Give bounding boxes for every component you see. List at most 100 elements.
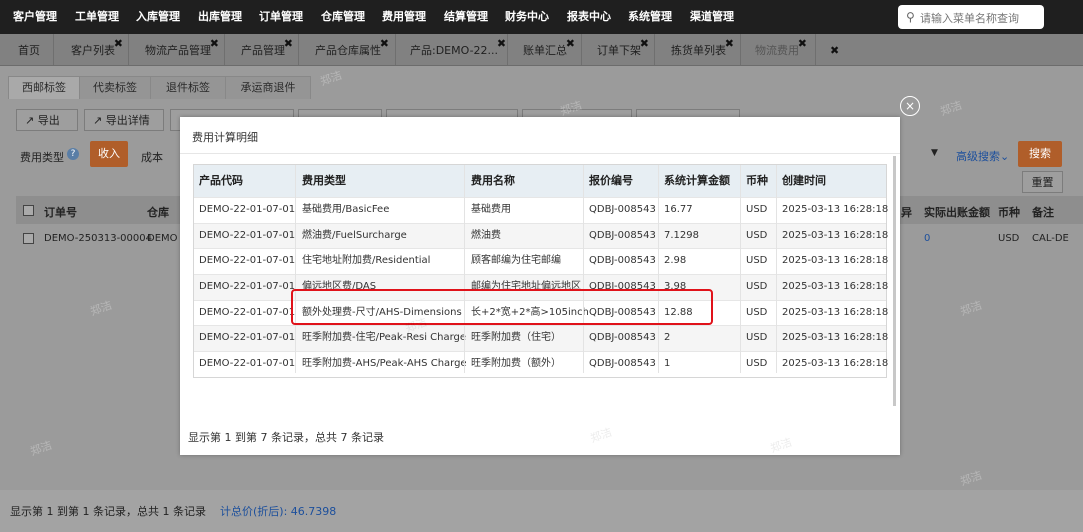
nav-order-mgmt[interactable]: 订单管理 — [259, 0, 303, 34]
table-row: DEMO-22-01-07-01 燃油费/FuelSurcharge 燃油费 Q… — [194, 222, 889, 249]
cell-product-code: DEMO-22-01-07-01 — [199, 204, 296, 215]
close-icon[interactable]: ✖ — [566, 27, 575, 61]
cell-created-time: 2025-03-13 16:28:18 — [782, 229, 889, 241]
income-button[interactable]: 收入 — [90, 141, 128, 167]
column-divider — [464, 165, 465, 373]
close-icon[interactable]: ✖ — [798, 27, 807, 61]
nav-customer-mgmt[interactable]: 客户管理 — [13, 0, 57, 34]
scrollbar[interactable] — [893, 156, 896, 406]
export-button[interactable]: ↗ 导出 — [16, 109, 78, 131]
cell-currency: USD — [746, 255, 768, 267]
reset-button[interactable]: 重置 — [1022, 171, 1063, 193]
table-row-order[interactable]: DEMO-250313-00004 — [44, 233, 152, 244]
close-icon[interactable]: ✖ — [284, 27, 293, 61]
close-icon[interactable]: ✖ — [725, 27, 734, 61]
fee-type-label: 费用类型 — [20, 151, 64, 164]
subtab-return-label[interactable]: 退件标签 — [150, 76, 226, 99]
cell-fee-name: 顾客邮编为住宅邮编 — [471, 255, 561, 267]
advanced-search-link[interactable]: 高级搜索⌄ — [956, 148, 1009, 164]
help-icon[interactable]: ? — [67, 148, 79, 160]
fee-detail-table: 产品代码 费用类型 费用名称 报价编号 系统计算金额 币种 创建时间 DEMO-… — [193, 164, 889, 378]
column-divider — [295, 165, 296, 373]
cell-fee-name: 旺季附加费（住宅） — [471, 332, 561, 344]
col-quote-no: 报价编号 — [589, 174, 633, 187]
modal-close-icon[interactable]: × — [900, 96, 920, 116]
cell-product-code: DEMO-22-01-07-01 — [199, 281, 296, 293]
nav-finance-center[interactable]: 财务中心 — [505, 0, 549, 34]
tab-product-demo[interactable]: 产品:DEMO-22... ✖ — [410, 34, 506, 65]
tab-divider — [128, 34, 129, 65]
close-icon[interactable]: ✖ — [380, 27, 389, 61]
col-fee-type: 费用类型 — [302, 174, 346, 187]
tab-customer-list[interactable]: 客户列表 ✖ — [71, 34, 123, 65]
nav-outbound-mgmt[interactable]: 出库管理 — [198, 0, 242, 34]
tab-order-offshelf[interactable]: 订单下架 ✖ — [597, 34, 649, 65]
table-row-actual[interactable]: 0 — [924, 233, 930, 244]
close-icon[interactable]: ✖ — [640, 27, 649, 61]
cell-amount: 1 — [664, 358, 671, 370]
col-order-no: 订单号 — [44, 206, 77, 219]
nav-ticket-mgmt[interactable]: 工单管理 — [75, 0, 119, 34]
tab-home[interactable]: 首页 — [18, 34, 40, 65]
menu-search-input[interactable]: ⚲ 请输入菜单名称查询 — [898, 5, 1044, 29]
advanced-search-label: 高级搜索 — [956, 150, 1000, 163]
subtab-proxy-sale[interactable]: 代卖标签 — [79, 76, 151, 99]
col-remark: 备注 — [1032, 206, 1054, 219]
nav-system-mgmt[interactable]: 系统管理 — [628, 0, 672, 34]
row-checkbox[interactable] — [23, 233, 34, 244]
watermark: 郑洁 — [768, 435, 794, 456]
tab-label: 产品管理 — [241, 44, 285, 57]
col-product-code: 产品代码 — [199, 174, 243, 187]
subtab-carrier-return[interactable]: 承运商退件 — [225, 76, 311, 99]
cell-created-time: 2025-03-13 16:28:18 — [782, 358, 889, 370]
cell-fee-type: 燃油费/FuelSurcharge — [302, 229, 407, 241]
select-all-checkbox[interactable] — [23, 205, 34, 216]
close-all-tabs-icon[interactable]: ✖ — [830, 34, 839, 65]
tab-logistics-fee[interactable]: 物流费用 ✖ — [755, 34, 807, 65]
table-row: DEMO-22-01-07-01 住宅地址附加费/Residential 顾客邮… — [194, 248, 889, 274]
subtab-west-postal[interactable]: 西邮标签 — [8, 76, 80, 99]
tab-product-mgmt[interactable]: 产品管理 ✖ — [241, 34, 293, 65]
nav-settlement-mgmt[interactable]: 结算管理 — [444, 0, 488, 34]
cell-quote-no: QDBJ-008543 — [589, 229, 656, 241]
tab-bar: 首页 客户列表 ✖ 物流产品管理 ✖ 产品管理 ✖ 产品仓库属性 ✖ 产品:DEMO-2… — [0, 34, 1083, 66]
close-icon[interactable]: ✖ — [210, 27, 219, 61]
tab-divider — [298, 34, 299, 65]
col-currency: 币种 — [998, 206, 1020, 219]
tab-label: 账单汇总 — [523, 44, 567, 57]
cell-currency: USD — [746, 358, 768, 370]
cell-created-time: 2025-03-13 16:28:18 — [782, 255, 889, 267]
cell-created-time: 2025-03-13 16:28:18 — [782, 332, 889, 344]
cell-amount: 2 — [664, 332, 671, 344]
cell-quote-no: QDBJ-008543 — [589, 255, 656, 267]
search-button[interactable]: 搜索 — [1018, 141, 1062, 167]
close-icon[interactable]: ✖ — [114, 27, 123, 61]
tab-label: 产品:DEMO-22... — [410, 44, 499, 57]
nav-warehouse-mgmt[interactable]: 仓库管理 — [321, 0, 365, 34]
cell-fee-type: 旺季附加费-住宅/Peak-Resi Charge — [302, 332, 467, 344]
tab-divider — [654, 34, 655, 65]
tab-divider — [395, 34, 396, 65]
cost-option[interactable]: 成本 — [141, 149, 163, 165]
tab-logistics-product[interactable]: 物流产品管理 ✖ — [145, 34, 219, 65]
page-footer: 显示第 1 到第 1 条记录，总共 1 条记录 计总价(折后): 46.7398 — [0, 490, 1083, 532]
column-divider — [776, 165, 777, 373]
col-actual-amount: 实际出账金额 — [924, 206, 990, 219]
nav-inbound-mgmt[interactable]: 入库管理 — [136, 0, 180, 34]
chevron-down-icon[interactable]: ▼ — [931, 148, 938, 158]
table-row-currency: USD — [998, 233, 1020, 244]
close-icon[interactable]: ✖ — [497, 27, 506, 61]
tab-divider — [224, 34, 225, 65]
tab-label: 拣货单列表 — [671, 44, 726, 57]
cell-quote-no: QDBJ-008543 — [589, 358, 656, 370]
watermark: 郑洁 — [938, 98, 964, 119]
export-detail-label: 导出详情 — [105, 114, 150, 127]
table-row-warehouse: DEMO — [147, 233, 178, 244]
col-diff: 异 — [901, 206, 912, 219]
total-price: 计总价(折后): 46.7398 — [220, 505, 337, 518]
tab-bill-summary[interactable]: 账单汇总 ✖ — [523, 34, 575, 65]
tab-picking-list[interactable]: 拣货单列表 ✖ — [671, 34, 734, 65]
export-detail-button[interactable]: ↗ 导出详情 — [84, 109, 164, 131]
tab-product-warehouse-attr[interactable]: 产品仓库属性 ✖ — [315, 34, 389, 65]
cell-product-code: DEMO-22-01-07-01 — [199, 306, 296, 318]
